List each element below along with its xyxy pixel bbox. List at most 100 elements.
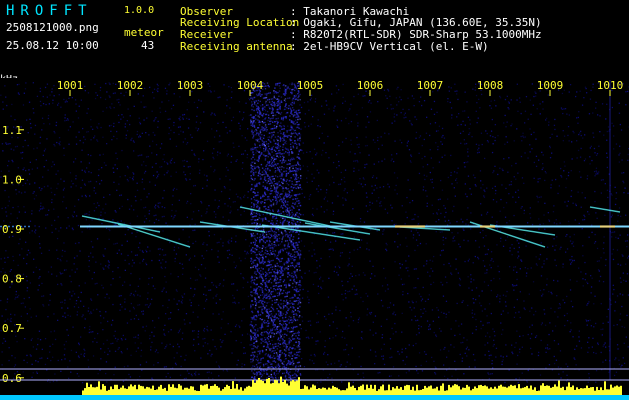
noise-speck xyxy=(300,240,303,242)
noise-speck xyxy=(421,370,424,372)
noise-band-speck xyxy=(284,200,287,202)
noise-speck xyxy=(489,336,491,338)
noise-speck xyxy=(37,343,39,346)
noise-speck xyxy=(146,117,148,119)
noise-speck xyxy=(602,179,604,181)
noise-speck xyxy=(229,130,231,132)
noise-speck xyxy=(53,130,55,133)
noise-speck xyxy=(451,375,453,377)
noise-speck xyxy=(396,114,398,116)
noise-speck xyxy=(183,113,186,116)
noise-speck xyxy=(600,192,602,194)
noise-speck xyxy=(300,328,302,330)
noise-speck xyxy=(165,313,167,315)
noise-speck xyxy=(490,267,492,269)
noise-speck xyxy=(559,307,561,309)
noise-speck xyxy=(529,99,531,101)
noise-band-speck xyxy=(276,84,279,86)
noise-speck xyxy=(538,228,540,230)
noise-band-speck xyxy=(290,165,292,167)
noise-speck xyxy=(384,290,387,292)
noise-speck xyxy=(121,205,123,208)
noise-speck xyxy=(187,127,190,129)
noise-speck xyxy=(558,373,560,375)
noise-speck xyxy=(301,320,304,322)
noise-speck xyxy=(220,140,222,143)
noise-speck xyxy=(383,363,386,366)
noise-speck xyxy=(525,245,527,247)
noise-speck xyxy=(158,219,160,221)
noise-band-speck xyxy=(257,228,259,230)
noise-speck xyxy=(192,330,194,332)
noise-speck xyxy=(366,196,368,198)
noise-speck xyxy=(215,295,217,297)
noise-band-speck xyxy=(275,327,278,329)
noise-speck xyxy=(142,313,144,315)
noise-speck xyxy=(316,267,318,269)
noise-band-speck xyxy=(289,167,291,169)
noise-speck xyxy=(206,371,208,374)
noise-speck xyxy=(226,250,229,252)
noise-band-speck xyxy=(276,308,278,310)
noise-band-speck xyxy=(286,130,288,132)
noise-speck xyxy=(587,302,589,305)
noise-speck xyxy=(489,264,491,266)
noise-speck xyxy=(492,367,494,369)
noise-band-speck xyxy=(277,331,280,333)
noise-speck xyxy=(198,268,200,271)
noise-speck xyxy=(92,355,95,357)
noise-band-speck xyxy=(259,130,261,132)
noise-speck xyxy=(177,126,180,128)
noise-speck xyxy=(391,158,393,160)
noise-band-speck xyxy=(292,114,295,116)
noise-speck xyxy=(323,353,325,355)
noise-speck xyxy=(488,377,490,380)
noise-speck xyxy=(21,226,24,228)
noise-speck xyxy=(183,378,186,380)
noise-speck xyxy=(343,176,345,179)
noise-band-speck xyxy=(261,287,263,290)
noise-speck xyxy=(125,134,127,136)
noise-speck xyxy=(445,300,448,302)
noise-speck xyxy=(105,372,107,375)
noise-speck xyxy=(158,206,160,209)
noise-speck xyxy=(180,301,183,303)
noise-speck xyxy=(588,373,590,375)
noise-speck xyxy=(574,358,576,360)
noise-speck xyxy=(119,194,121,197)
noise-speck xyxy=(189,165,191,168)
noise-band-speck xyxy=(294,177,297,179)
noise-band-speck xyxy=(270,204,273,206)
noise-speck xyxy=(458,243,460,245)
noise-band-speck xyxy=(252,336,254,338)
noise-speck xyxy=(206,140,209,142)
noise-speck xyxy=(61,307,63,309)
noise-speck xyxy=(204,277,207,279)
noise-band-speck xyxy=(269,123,272,125)
noise-speck xyxy=(560,367,562,369)
noise-speck xyxy=(49,293,51,296)
noise-speck xyxy=(96,238,99,240)
noise-speck xyxy=(613,148,615,150)
noise-speck xyxy=(311,173,313,175)
noise-speck xyxy=(84,90,86,92)
noise-speck xyxy=(627,257,629,259)
noise-speck xyxy=(625,214,627,216)
noise-speck xyxy=(108,261,110,263)
noise-speck xyxy=(354,160,356,162)
noise-speck xyxy=(584,261,586,264)
noise-speck xyxy=(170,162,172,164)
noise-speck xyxy=(164,254,167,256)
noise-speck xyxy=(605,258,607,261)
noise-speck xyxy=(549,137,551,139)
noise-speck xyxy=(181,273,184,275)
noise-speck xyxy=(531,307,533,309)
noise-speck xyxy=(483,281,486,283)
noise-speck xyxy=(116,340,118,342)
noise-band-speck xyxy=(252,354,254,356)
noise-speck xyxy=(486,272,488,274)
noise-speck xyxy=(186,142,189,144)
noise-speck xyxy=(62,272,64,274)
noise-speck xyxy=(85,196,87,198)
noise-speck xyxy=(148,193,150,195)
